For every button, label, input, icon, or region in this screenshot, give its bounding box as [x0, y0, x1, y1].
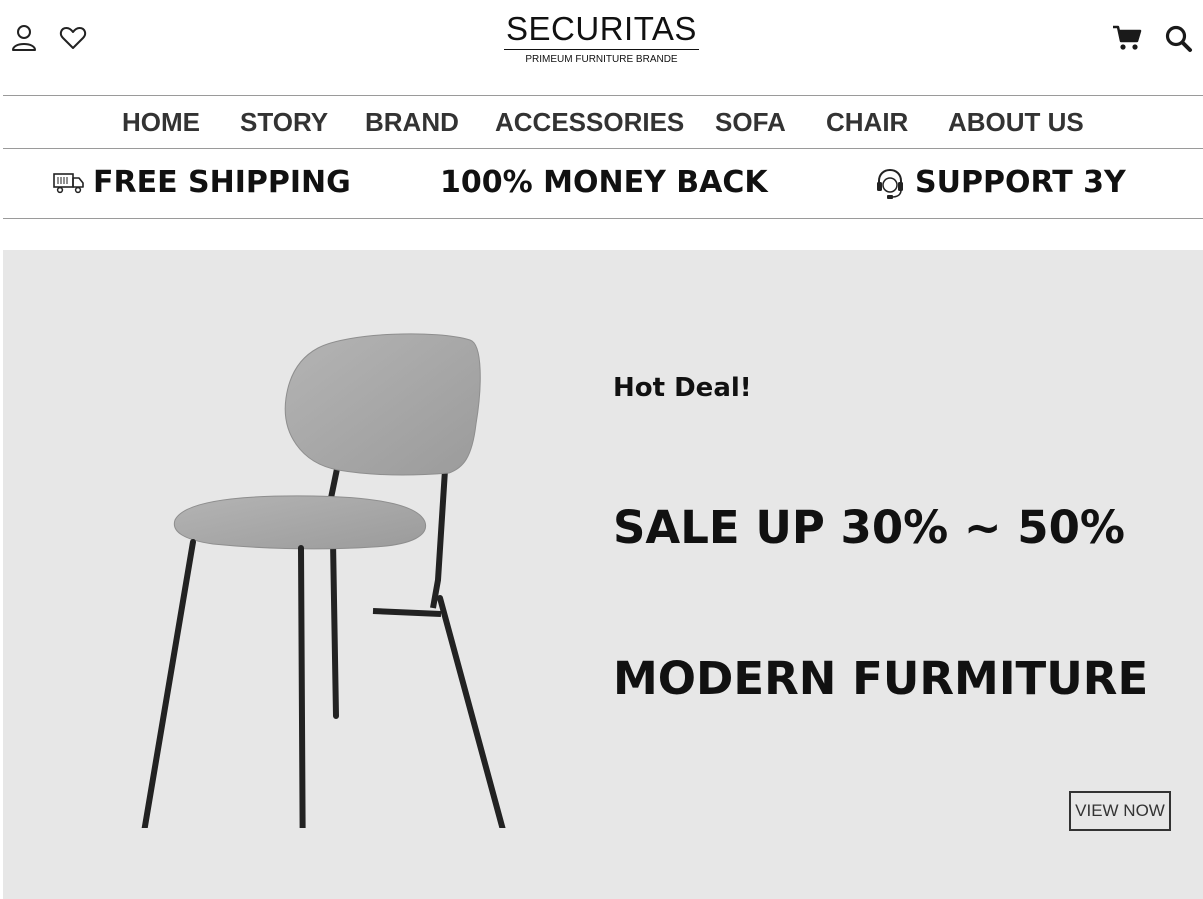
headset-icon [877, 168, 903, 199]
hero-headline-sale: SALE UP 30% ~ 50% [613, 501, 1125, 554]
nav-list: HOME STORY BRAND ACCESSORIES SOFA CHAIR … [3, 96, 1203, 148]
nav-item-sofa[interactable]: SOFA [715, 105, 786, 139]
feature-label: SUPPORT 3Y [915, 165, 1126, 200]
page: SECURITAS PRIMEUM FURNITURE BRANDE HOME … [0, 0, 1203, 899]
feature-label: 100% MONEY BACK [440, 165, 768, 200]
cart-icon [1113, 25, 1142, 50]
hero-headline-title: MODERN FURMITURE [613, 652, 1149, 705]
hero-kicker: Hot Deal! [613, 373, 752, 403]
nav-item-accessories[interactable]: ACCESSORIES [495, 105, 684, 139]
nav-item-chair[interactable]: CHAIR [826, 105, 908, 139]
chair-image [141, 333, 506, 828]
feature-label: FREE SHIPPING [93, 165, 351, 200]
brand-name: SECURITAS [504, 10, 699, 50]
nav-item-about-us[interactable]: ABOUT US [948, 105, 1084, 139]
brand-logo[interactable]: SECURITAS PRIMEUM FURNITURE BRANDE [0, 10, 1203, 67]
truck-icon [53, 173, 84, 194]
feature-support: SUPPORT 3Y [873, 148, 1133, 218]
feature-strip: FREE SHIPPING 100% MONEY BACK SUPPORT 3Y [3, 148, 1203, 219]
site-header: SECURITAS PRIMEUM FURNITURE BRANDE [0, 0, 1203, 95]
main-nav: HOME STORY BRAND ACCESSORIES SOFA CHAIR … [3, 95, 1203, 149]
hero-banner: Hot Deal! SALE UP 30% ~ 50% MODERN FURMI… [3, 250, 1203, 899]
search-button[interactable] [1164, 24, 1194, 58]
nav-item-story[interactable]: STORY [240, 105, 328, 139]
feature-money-back: 100% MONEY BACK [440, 148, 780, 218]
feature-free-shipping: FREE SHIPPING [51, 148, 351, 218]
nav-item-brand[interactable]: BRAND [365, 105, 459, 139]
brand-tagline: PRIMEUM FURNITURE BRANDE [525, 54, 678, 65]
cart-button[interactable] [1112, 24, 1142, 56]
view-now-button[interactable]: VIEW NOW [1069, 791, 1171, 831]
nav-item-home[interactable]: HOME [122, 105, 200, 139]
search-icon [1165, 25, 1192, 52]
